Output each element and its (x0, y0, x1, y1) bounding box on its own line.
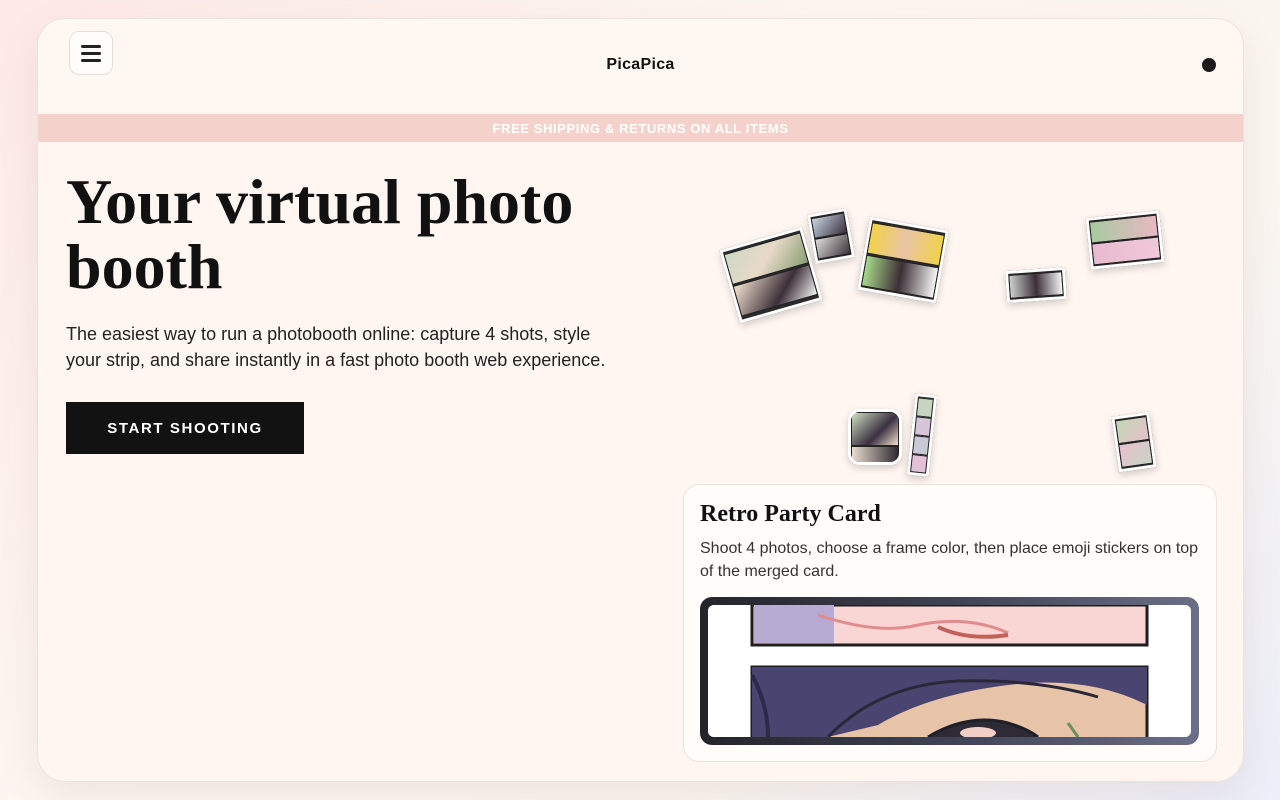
top-bar: PicaPica (38, 19, 1243, 114)
menu-line (81, 44, 101, 48)
photo-strip-thumbnail (906, 393, 938, 477)
app-window: PicaPica FREE SHIPPING & RETURNS ON ALL … (37, 18, 1244, 782)
brand-logo[interactable]: PicaPica (38, 56, 1243, 74)
photo-strip-thumbnail (848, 409, 902, 465)
hero-subtitle: The easiest way to run a photobooth onli… (66, 324, 606, 370)
card-description: Shoot 4 photos, choose a frame color, th… (700, 540, 1199, 580)
photo-strip-thumbnail (857, 216, 949, 304)
preview-canvas (708, 605, 1191, 737)
template-card[interactable]: Retro Party Card Shoot 4 photos, choose … (683, 484, 1217, 762)
menu-line (81, 51, 101, 55)
promo-banner: FREE SHIPPING & RETURNS ON ALL ITEMS (38, 114, 1243, 142)
start-shooting-button[interactable]: START SHOOTING (66, 402, 304, 454)
photo-collage (698, 169, 1238, 489)
hero-title: Your virtual photo booth (66, 166, 574, 302)
photo-strip-thumbnail (1111, 411, 1157, 473)
photo-strip-thumbnail (806, 207, 856, 265)
preview-artwork (708, 605, 1191, 737)
photo-strip-thumbnail (719, 226, 823, 324)
photo-strip-thumbnail (1085, 210, 1165, 270)
photo-strip-thumbnail (1004, 266, 1068, 304)
card-title: Retro Party Card (700, 501, 881, 527)
dot-icon[interactable] (1202, 58, 1216, 72)
card-preview-image (700, 597, 1199, 745)
